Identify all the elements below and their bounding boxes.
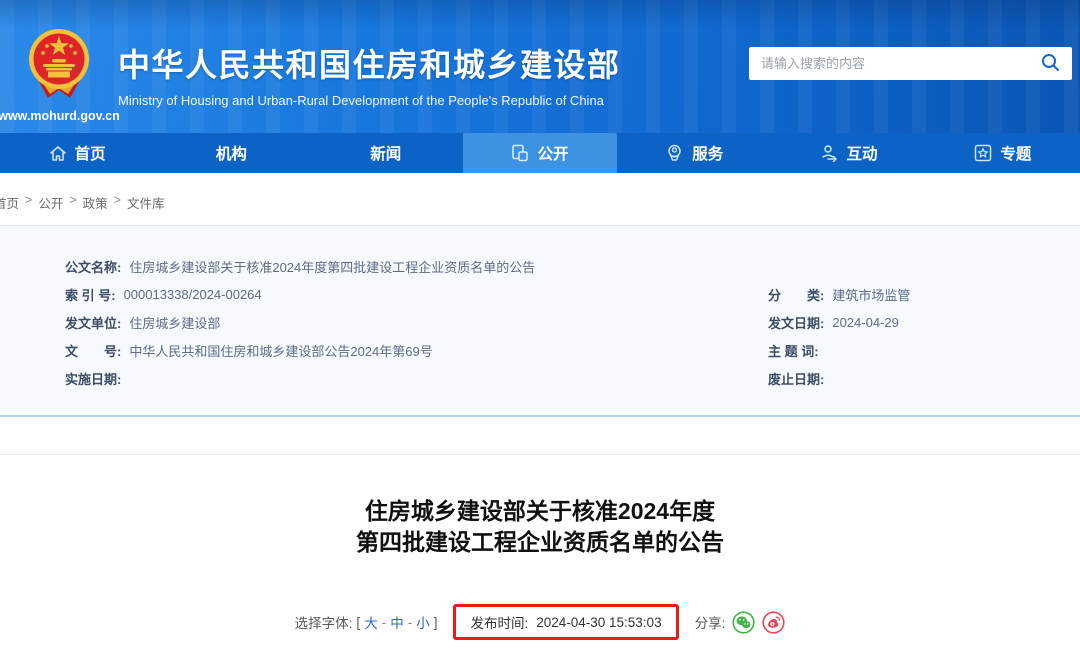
- meta-row-issue-date: 发文日期: 2024-04-29: [768, 308, 910, 336]
- search-icon: [1041, 53, 1060, 75]
- service-agent-icon: [665, 144, 684, 162]
- article-title-line1: 住房城乡建设部关于核准2024年度: [364, 498, 716, 524]
- meta-row-keywords: 主 题 词:: [768, 336, 910, 364]
- meta-row-category: 分 类: 建筑市场监管: [768, 280, 910, 308]
- main-nav: 首页 机构 新闻 公开 服务 互动 专题: [0, 133, 1080, 173]
- meta-value: 建筑市场监管: [832, 287, 911, 303]
- breadcrumb-bar: 首页 > 公开 > 政策 > 文件库: [0, 173, 1080, 226]
- meta-label: 发文日期:: [768, 315, 825, 331]
- meta-row-index-number: 索 引 号: 000013338/2024-00264: [65, 280, 535, 308]
- wechat-share-icon[interactable]: [732, 610, 755, 634]
- meta-row-repeal-date: 废止日期:: [768, 364, 910, 392]
- meta-row-effective-date: 实施日期:: [65, 364, 535, 392]
- meta-label: 主 题 词:: [768, 343, 819, 359]
- meta-label: 公文名称:: [65, 259, 122, 275]
- nav-label: 公开: [537, 146, 569, 163]
- nav-item-topics[interactable]: 专题: [926, 133, 1080, 173]
- national-emblem-icon: [28, 28, 90, 107]
- font-size-selector: 选择字体: [ 大 - 中 - 小 ]: [295, 612, 438, 632]
- nav-label: 新闻: [370, 146, 402, 163]
- home-icon: [49, 145, 67, 162]
- meta-value: 000013338/2024-00264: [123, 286, 262, 302]
- nav-item-news[interactable]: 新闻: [309, 133, 463, 173]
- meta-label: 索 引 号:: [65, 287, 116, 303]
- publish-time-annotation-box: 发布时间: 2024-04-30 15:53:03: [453, 604, 679, 640]
- bracket-close: ]: [433, 614, 438, 630]
- meta-value: 2024-04-29: [832, 314, 899, 330]
- nav-item-org[interactable]: 机构: [154, 133, 308, 173]
- nav-label: 互动: [846, 146, 878, 163]
- article-title-line2: 第四批建设工程企业资质名单的公告: [356, 529, 724, 555]
- meta-row-issuing-unit: 发文单位: 住房城乡建设部: [65, 308, 535, 336]
- nav-item-home[interactable]: 首页: [0, 133, 154, 173]
- meta-label: 分 类:: [768, 287, 825, 303]
- search-button[interactable]: [1041, 53, 1060, 75]
- document-meta-panel: 公文名称: 住房城乡建设部关于核准2024年度第四批建设工程企业资质名单的公告 …: [0, 226, 1080, 417]
- weibo-share-icon[interactable]: [762, 610, 785, 634]
- nav-item-disclosure[interactable]: 公开: [462, 133, 618, 173]
- meta-value: 住房城乡建设部关于核准2024年度第四批建设工程企业资质名单的公告: [129, 259, 536, 275]
- search-input[interactable]: [761, 56, 1041, 71]
- publish-time-label: 发布时间:: [470, 616, 529, 631]
- nav-label: 机构: [215, 146, 247, 163]
- article-toolbar: 选择字体: [ 大 - 中 - 小 ] 发布时间: 2024-04-30 15:…: [0, 604, 1080, 640]
- breadcrumb-separator: >: [69, 193, 77, 207]
- font-size-large[interactable]: 大: [364, 612, 378, 632]
- breadcrumb-separator: >: [113, 193, 121, 207]
- search-box: [749, 47, 1072, 80]
- site-subtitle-en: Ministry of Housing and Urban-Rural Deve…: [118, 93, 604, 108]
- breadcrumb-separator: >: [25, 193, 33, 207]
- meta-value: 住房城乡建设部: [129, 315, 221, 331]
- meta-row-doc-number: 文 号: 中华人民共和国住房和城乡建设部公告2024年第69号: [65, 336, 535, 364]
- interaction-icon: [820, 144, 839, 162]
- nav-item-interaction[interactable]: 互动: [771, 133, 925, 173]
- meta-label: 废止日期:: [768, 371, 825, 387]
- publish-time-value: 2024-04-30 15:53:03: [536, 614, 662, 630]
- documents-icon: [511, 144, 529, 162]
- bracket-open: [: [356, 614, 361, 630]
- breadcrumb-policy[interactable]: 政策: [83, 193, 108, 212]
- dash-separator: -: [381, 614, 387, 630]
- font-select-label: 选择字体:: [294, 616, 353, 631]
- font-size-small[interactable]: 小: [416, 612, 430, 632]
- dash-separator: -: [407, 614, 413, 630]
- nav-item-services[interactable]: 服务: [617, 133, 771, 173]
- meta-value: 中华人民共和国住房和城乡建设部公告2024年第69号: [129, 343, 433, 359]
- breadcrumb-library[interactable]: 文件库: [127, 193, 165, 212]
- breadcrumb-disclosure[interactable]: 公开: [38, 193, 63, 212]
- nav-label: 服务: [692, 146, 724, 163]
- site-url: www.mohurd.gov.cn: [0, 109, 120, 123]
- article-title: 住房城乡建设部关于核准2024年度 第四批建设工程企业资质名单的公告: [0, 496, 1080, 558]
- share-controls: 分享:: [694, 610, 786, 634]
- meta-label: 实施日期:: [65, 371, 122, 387]
- share-label: 分享:: [694, 616, 726, 631]
- section-divider: [0, 417, 1080, 455]
- meta-label: 发文单位:: [65, 315, 122, 331]
- font-size-medium[interactable]: 中: [390, 612, 404, 632]
- nav-label: 首页: [74, 146, 106, 163]
- meta-row-doc-name: 公文名称: 住房城乡建设部关于核准2024年度第四批建设工程企业资质名单的公告: [65, 252, 535, 280]
- breadcrumb: 首页 > 公开 > 政策 > 文件库: [0, 193, 1080, 212]
- breadcrumb-home[interactable]: 首页: [0, 193, 19, 212]
- star-badge-icon: [974, 144, 992, 162]
- nav-label: 专题: [1000, 146, 1032, 163]
- meta-label: 文 号:: [65, 343, 122, 359]
- site-header: www.mohurd.gov.cn 中华人民共和国住房和城乡建设部 Minist…: [0, 0, 1080, 133]
- site-title: 中华人民共和国住房和城乡建设部: [118, 47, 621, 83]
